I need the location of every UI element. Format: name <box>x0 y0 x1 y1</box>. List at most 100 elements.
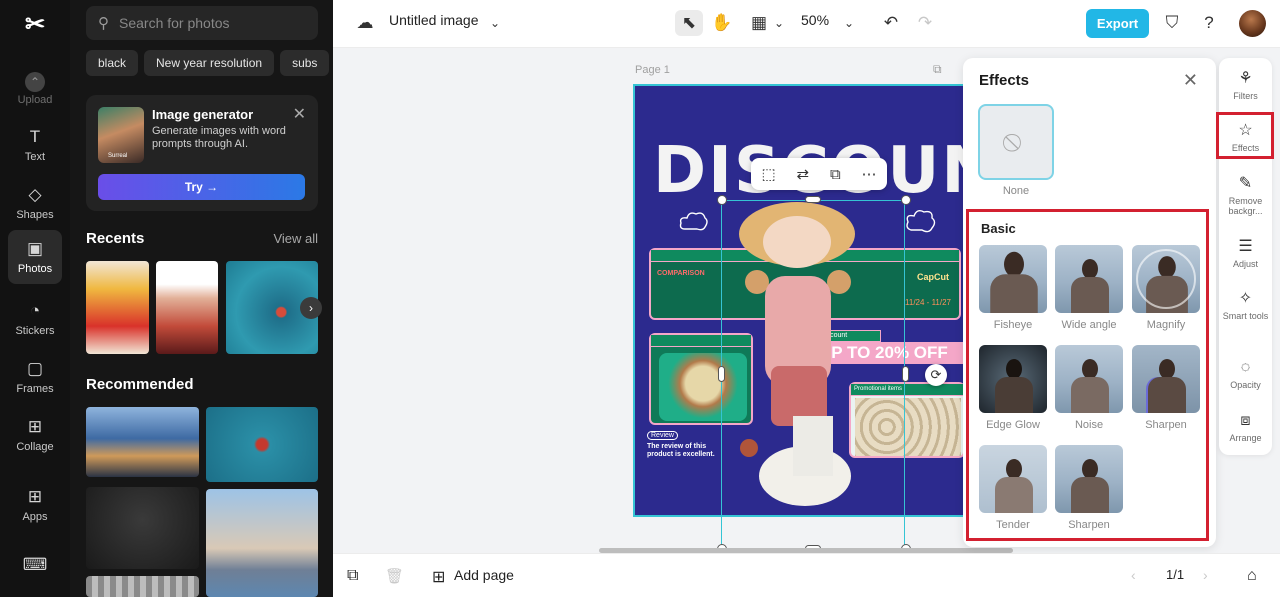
recommended-photo[interactable] <box>206 489 318 597</box>
rail-apps[interactable]: ⊞ Apps <box>8 478 62 532</box>
image-generator-card: Surreal Image generator Generate images … <box>86 95 318 211</box>
filters-icon: ⚘ <box>1238 70 1253 87</box>
add-page-icon[interactable]: ⊞ <box>432 567 445 587</box>
tool-arrange[interactable]: ⧈ Arrange <box>1219 412 1272 443</box>
try-button[interactable]: Try → <box>98 174 305 200</box>
keyboard-shortcuts-button[interactable]: ⌨ <box>8 540 62 594</box>
rail-photos[interactable]: ▣ Photos <box>8 230 62 284</box>
effect-edge-glow[interactable]: Edge Glow <box>979 345 1047 431</box>
resize-handle[interactable] <box>901 195 911 205</box>
recommended-photo[interactable] <box>86 487 199 569</box>
effect-label: Wide angle <box>1061 319 1117 331</box>
effect-sharpen-2[interactable]: Sharpen <box>1055 445 1123 531</box>
rail-text[interactable]: T Text <box>8 118 62 172</box>
rail-frames[interactable]: ▢ Frames <box>8 350 62 404</box>
stickers-icon: ◔ <box>29 301 41 320</box>
photos-panel: ⚲ Search for photos black New year resolu… <box>70 0 333 597</box>
rail-collage[interactable]: ⊞ Collage <box>8 408 62 462</box>
chip-black[interactable]: black <box>86 50 139 76</box>
frames-icon: ▢ <box>26 359 44 378</box>
chevron-down-icon[interactable]: ⌄ <box>765 10 793 36</box>
selection-box <box>721 200 905 549</box>
replace-icon[interactable]: ⇄ <box>797 165 810 183</box>
tool-remove-background[interactable]: ✎ Remove backgr... <box>1219 175 1272 216</box>
undo-icon[interactable]: ↶ <box>877 10 905 36</box>
crop-icon[interactable]: ⬚ <box>761 165 775 183</box>
resize-handle[interactable] <box>717 195 727 205</box>
effect-tender[interactable]: Tender <box>979 445 1047 531</box>
generator-thumb-label: Surreal <box>108 153 128 159</box>
view-all-link[interactable]: View all <box>273 231 318 246</box>
opacity-icon: ◌ <box>1240 359 1251 376</box>
duplicate-page-icon[interactable]: ⧉ <box>933 62 942 77</box>
tool-filters[interactable]: ⚘ Filters <box>1219 70 1272 101</box>
rail-frames-label: Frames <box>16 383 54 395</box>
tool-smart-tools[interactable]: ✧ Smart tools <box>1219 290 1272 321</box>
resize-handle[interactable] <box>805 196 821 203</box>
duplicate-icon[interactable]: ⧉ <box>830 166 841 183</box>
rail-shapes-label: Shapes <box>16 209 54 221</box>
effect-magnify[interactable]: Magnify <box>1132 245 1200 331</box>
tool-smart-tools-label: Smart tools <box>1222 311 1269 321</box>
effect-noise[interactable]: Noise <box>1055 345 1123 431</box>
zoom-level[interactable]: 50% <box>801 12 829 28</box>
chip-new-year-resolution[interactable]: New year resolution <box>144 50 275 76</box>
export-button[interactable]: Export <box>1086 9 1149 38</box>
chevron-right-icon[interactable]: › <box>1203 567 1208 583</box>
select-tool-icon[interactable]: ⬉ <box>675 10 703 36</box>
chevron-right-icon[interactable]: › <box>300 297 322 319</box>
effect-sharpen[interactable]: Sharpen <box>1132 345 1200 431</box>
redo-icon[interactable]: ↷ <box>911 10 939 36</box>
add-page-button[interactable]: Add page <box>454 567 514 583</box>
more-icon[interactable]: ⋯ <box>862 165 877 183</box>
effect-label: Sharpen <box>1145 419 1187 431</box>
text-icon: T <box>29 127 41 146</box>
chip-subs[interactable]: subs <box>280 50 330 76</box>
effect-none-label: None <box>1002 185 1030 197</box>
tool-adjust[interactable]: ☰ Adjust <box>1219 238 1272 269</box>
photo-search[interactable]: ⚲ Search for photos <box>86 6 318 40</box>
remove-background-icon: ✎ <box>1238 175 1253 192</box>
recommended-photo[interactable] <box>86 576 199 597</box>
chevron-down-icon[interactable]: ⌄ <box>481 10 509 36</box>
tool-opacity[interactable]: ◌ Opacity <box>1219 359 1272 390</box>
pages-panel-icon[interactable]: ⌂ <box>1247 567 1257 585</box>
document-title[interactable]: Untitled image <box>389 12 479 28</box>
capcut-logo-icon[interactable]: ✂ <box>20 10 50 38</box>
rail-upload[interactable]: ⌃ Upload <box>8 62 62 116</box>
delete-icon[interactable]: 🗑 <box>385 567 404 585</box>
effect-fisheye[interactable]: Fisheye <box>979 245 1047 331</box>
cloud-icon[interactable]: ☁ <box>351 10 379 36</box>
capcut-label: CapCut <box>917 272 949 282</box>
tool-adjust-label: Adjust <box>1232 259 1258 269</box>
cloud-decoration-icon <box>906 209 936 233</box>
resize-handle[interactable] <box>718 366 725 382</box>
page-count: 1/1 <box>1166 567 1185 582</box>
effect-none[interactable]: ⃠ <box>978 104 1054 180</box>
effect-label: Edge Glow <box>986 419 1040 431</box>
hand-tool-icon[interactable]: ✋ <box>708 10 736 36</box>
resize-handle[interactable] <box>902 366 909 382</box>
recommended-photo[interactable] <box>206 407 318 482</box>
top-bar: ☁ Untitled image ⌄ ⬉ ✋ ▦ ⌄ 50% ⌄ ↶ ↷ Exp… <box>333 0 1280 48</box>
rail-collage-label: Collage <box>16 441 54 453</box>
recent-photo[interactable] <box>156 261 218 354</box>
chevron-down-icon[interactable]: ⌄ <box>835 10 863 36</box>
basic-section-title: Basic <box>981 221 1016 236</box>
recent-photo[interactable] <box>86 261 149 354</box>
rail-shapes[interactable]: ◇ Shapes <box>8 176 62 230</box>
shield-icon[interactable]: ⛉ <box>1158 10 1186 36</box>
avatar[interactable] <box>1239 10 1266 37</box>
close-icon[interactable]: ✕ <box>293 104 306 124</box>
close-icon[interactable]: ✕ <box>1183 70 1198 91</box>
chevron-left-icon[interactable]: ‹ <box>1131 567 1136 583</box>
effect-label: Magnify <box>1146 319 1186 331</box>
duplicate-page-icon[interactable]: ⧉ <box>347 567 358 585</box>
floating-toolbar: ⬚ ⇄ ⧉ ⋯ <box>751 158 887 190</box>
rail-stickers[interactable]: ◔ Stickers <box>8 292 62 346</box>
rotate-icon[interactable]: ⟳ <box>925 364 947 386</box>
effects-highlight <box>1216 112 1274 159</box>
help-icon[interactable]: ? <box>1195 10 1223 36</box>
effect-wide-angle[interactable]: Wide angle <box>1055 245 1123 331</box>
recommended-photo[interactable] <box>86 407 199 477</box>
